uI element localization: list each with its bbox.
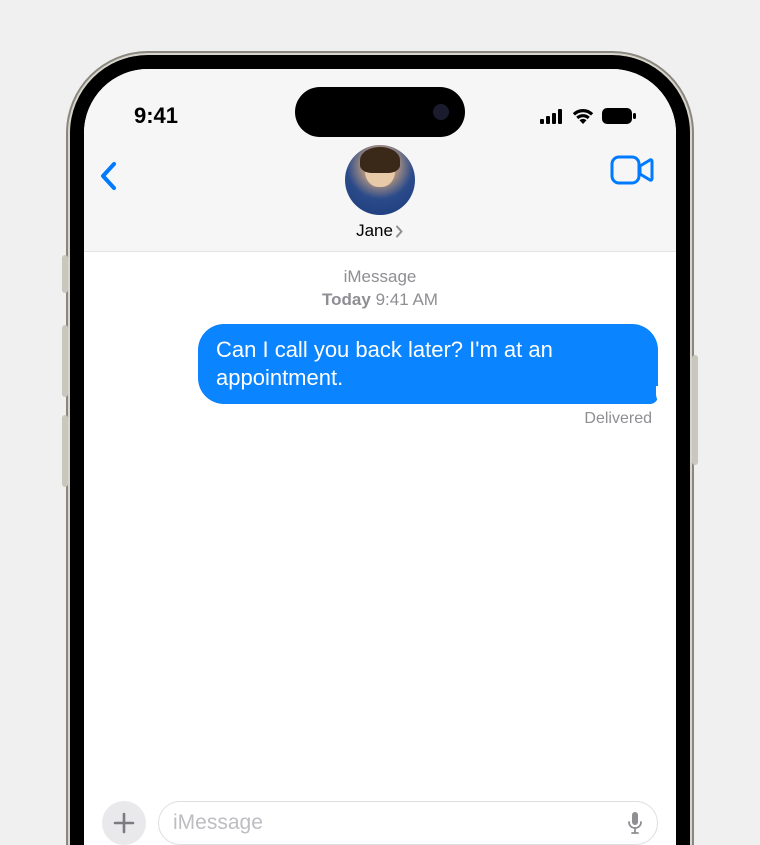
screen: 9:41: [84, 69, 676, 845]
plus-icon: [113, 812, 135, 834]
dynamic-island: [295, 87, 465, 137]
service-label: iMessage: [102, 266, 658, 289]
contact-avatar[interactable]: [345, 145, 415, 215]
chevron-left-icon: [98, 161, 118, 191]
thread-timestamp: Today 9:41 AM: [102, 289, 658, 312]
status-icons: [540, 108, 636, 124]
message-text: Can I call you back later? I'm at an app…: [216, 337, 553, 390]
message-row: Can I call you back later? I'm at an app…: [102, 324, 658, 404]
cellular-icon: [540, 109, 564, 124]
wifi-icon: [572, 108, 594, 124]
battery-icon: [602, 108, 636, 124]
contact-name: Jane: [356, 221, 393, 241]
volume-up-button: [62, 325, 68, 397]
silent-switch: [62, 255, 68, 293]
compose-bar: iMessage: [84, 791, 676, 845]
message-input[interactable]: iMessage: [158, 801, 658, 845]
status-time: 9:41: [134, 103, 178, 129]
power-button: [692, 355, 698, 465]
video-icon: [610, 155, 654, 185]
conversation-area[interactable]: iMessage Today 9:41 AM Can I call you ba…: [84, 252, 676, 791]
video-call-button[interactable]: [610, 155, 654, 190]
chevron-right-icon: [395, 225, 404, 238]
back-button[interactable]: [98, 161, 118, 196]
delivery-status: Delivered: [102, 410, 658, 428]
sent-message-bubble[interactable]: Can I call you back later? I'm at an app…: [198, 324, 658, 404]
thread-meta: iMessage Today 9:41 AM: [102, 266, 658, 312]
attach-button[interactable]: [102, 801, 146, 845]
nav-header: Jane: [84, 139, 676, 252]
phone-frame: 9:41: [70, 55, 690, 845]
input-placeholder: iMessage: [173, 811, 263, 835]
bubble-tail: [646, 386, 664, 404]
microphone-icon[interactable]: [627, 811, 643, 835]
volume-down-button: [62, 415, 68, 487]
contact-name-button[interactable]: Jane: [356, 221, 404, 241]
